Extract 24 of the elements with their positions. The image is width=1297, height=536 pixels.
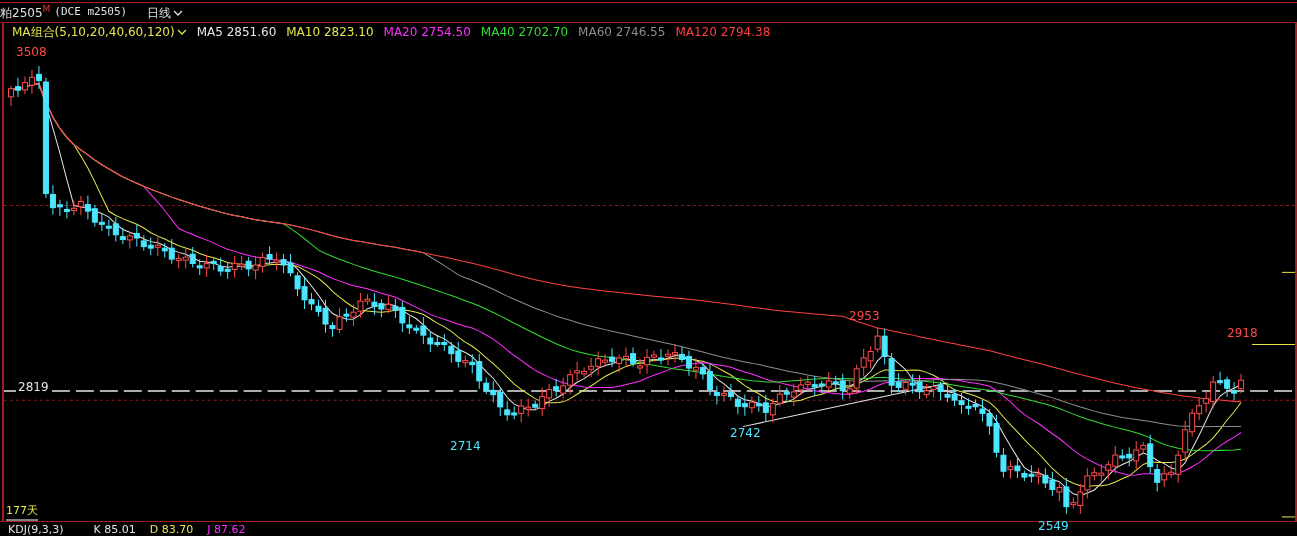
day-count-label: 177天 [6, 502, 38, 521]
ma-value: MA40 2702.70 [480, 23, 569, 41]
ma-value: MA60 2746.55 [578, 23, 666, 41]
chevron-down-icon [173, 8, 184, 17]
price-label: 2953 [849, 308, 880, 325]
ma-value: MA20 2754.50 [383, 23, 471, 41]
ma-value: MA120 2794.38 [675, 23, 771, 41]
symbol-code: (DCE m2505) [54, 4, 128, 21]
ma-group-dropdown[interactable]: MA组合(5,10,20,40,60,120) [12, 22, 187, 41]
ma-value: MA10 2823.10 [286, 23, 374, 41]
flag-label: M [42, 3, 51, 14]
indicator-name: KDJ(9,3,3) [8, 523, 64, 535]
ma-value: MA5 2851.60 [196, 23, 277, 41]
price-label: 2714 [450, 438, 481, 455]
symbol-name: 粕2505 [0, 4, 43, 22]
price-label: 2918 [1227, 325, 1258, 342]
price-label: 3508 [16, 44, 47, 61]
indicator-value: K 85.01 [93, 523, 136, 535]
period-dropdown[interactable]: 日线 [147, 3, 184, 22]
price-label: 2549 [1038, 518, 1069, 535]
chevron-down-icon [176, 27, 187, 36]
indicator-value: D 83.70 [149, 523, 194, 535]
price-label: 2742 [730, 425, 761, 442]
indicator-value: J 87.62 [207, 523, 246, 535]
